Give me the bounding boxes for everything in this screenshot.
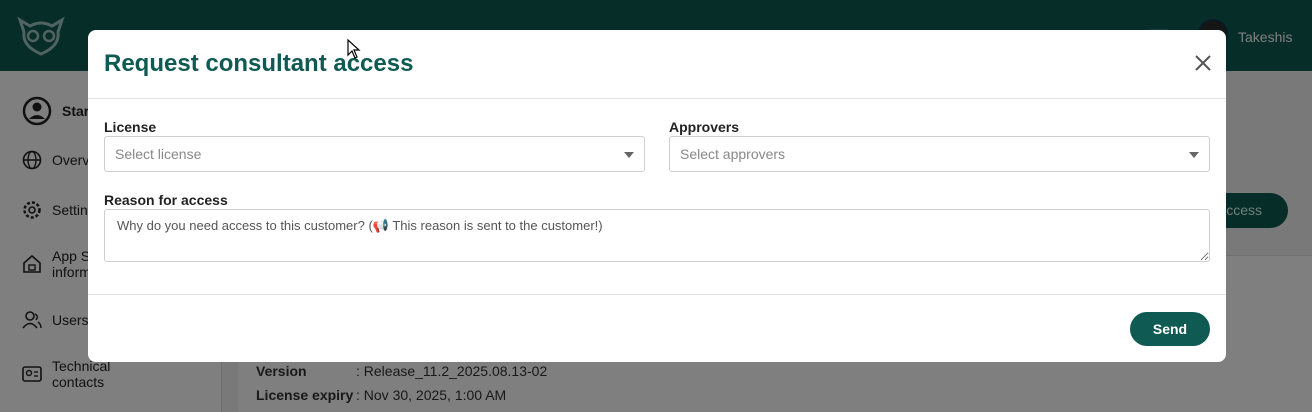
send-button[interactable]: Send (1130, 312, 1210, 346)
modal-header: Request consultant access (88, 30, 1226, 99)
license-select-placeholder: Select license (115, 146, 202, 162)
request-access-modal: Request consultant access License Select… (88, 30, 1226, 362)
chevron-down-icon (624, 152, 634, 158)
close-icon[interactable] (1192, 52, 1214, 74)
modal-footer-divider (88, 294, 1226, 295)
reason-label: Reason for access (104, 192, 228, 208)
license-select[interactable]: Select license (104, 136, 645, 172)
approvers-select[interactable]: Select approvers (669, 136, 1210, 172)
chevron-down-icon (1189, 152, 1199, 158)
approvers-select-placeholder: Select approvers (680, 146, 786, 162)
mouse-cursor-icon (347, 39, 361, 59)
approvers-label: Approvers (669, 119, 740, 135)
reason-textarea[interactable] (104, 209, 1210, 262)
modal-title: Request consultant access (104, 50, 414, 77)
license-label: License (104, 119, 157, 135)
